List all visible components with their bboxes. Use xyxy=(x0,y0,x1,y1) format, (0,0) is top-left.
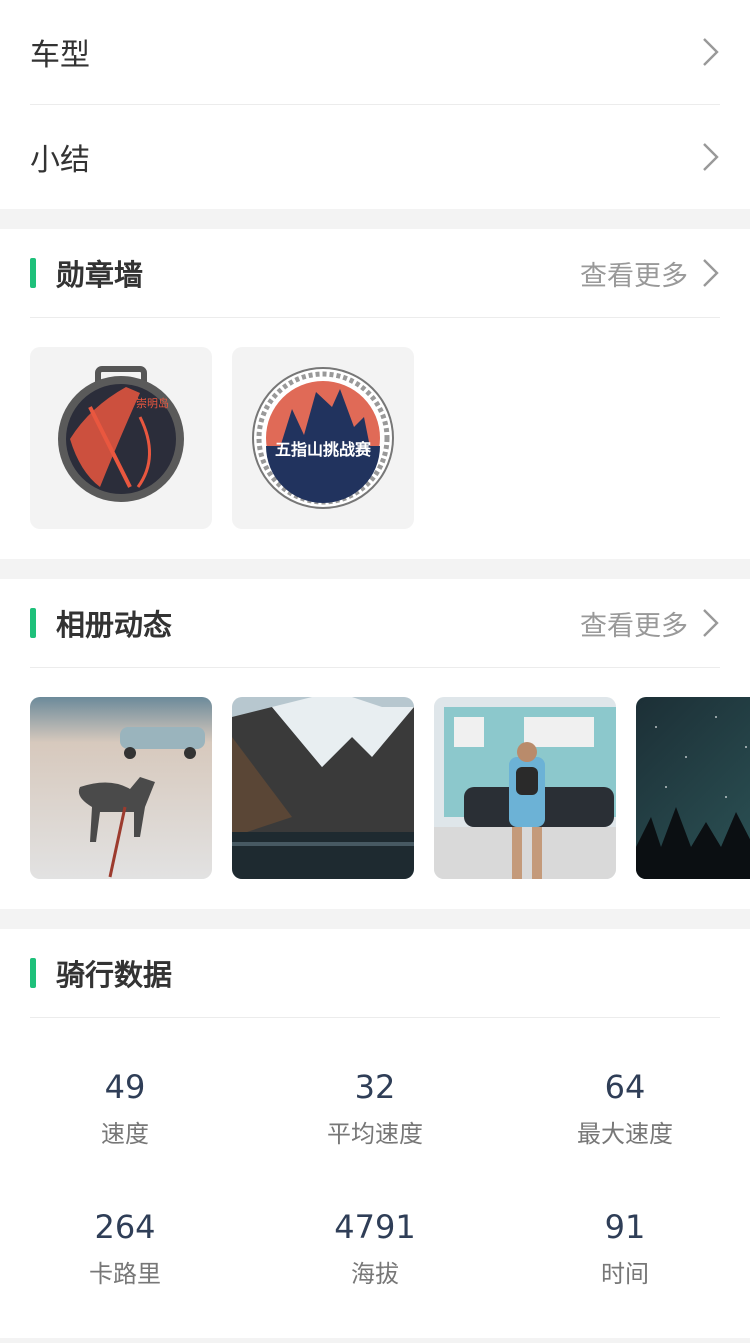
medal-wall-title: 勋章墙 xyxy=(56,258,144,292)
medal-item[interactable]: 崇明岛 xyxy=(30,347,212,529)
view-more-album-link[interactable]: 查看更多 xyxy=(580,604,720,643)
chevron-right-icon xyxy=(703,609,719,637)
album-photo-stars[interactable] xyxy=(636,697,750,879)
medal-list: 崇明岛 五指山挑战赛 xyxy=(0,318,750,559)
section-header: 勋章墙 查看更多 xyxy=(30,229,720,318)
chongming-medal-icon: 崇明岛 xyxy=(58,366,184,502)
settings-list: 车型 小结 xyxy=(0,0,750,209)
view-more-label: 查看更多 xyxy=(580,610,688,642)
stat-label: 时间 xyxy=(601,1259,649,1288)
medal-name: 崇明岛 xyxy=(136,396,169,410)
stat-value: 49 xyxy=(104,1067,146,1106)
chevron-right-icon xyxy=(703,38,719,66)
setting-row-vehicle[interactable]: 车型 xyxy=(30,0,720,105)
stat-label: 海拔 xyxy=(351,1259,399,1288)
stat-value: 4791 xyxy=(334,1207,416,1246)
album-title: 相册动态 xyxy=(56,608,173,642)
mountain-photo-image xyxy=(232,697,414,879)
stat-value: 32 xyxy=(354,1067,396,1106)
medal-name: 五指山挑战赛 xyxy=(275,440,372,459)
chevron-right-icon xyxy=(703,259,719,287)
stat-row: 49 速度 32 平均速度 64 最大速度 xyxy=(0,1038,750,1178)
stat-value: 264 xyxy=(94,1207,156,1246)
ride-stats-grid: 49 速度 32 平均速度 64 最大速度 264 卡路里 4791 海拔 91 xyxy=(0,1018,750,1338)
accent-bar xyxy=(30,258,36,288)
section-header: 相册动态 查看更多 xyxy=(30,579,720,668)
medal-item[interactable]: 五指山挑战赛 xyxy=(232,347,414,529)
stat-value: 91 xyxy=(604,1207,646,1246)
stat-label: 卡路里 xyxy=(89,1259,161,1288)
stat-label: 速度 xyxy=(101,1119,149,1148)
stat-altitude: 4791 海拔 xyxy=(250,1178,500,1318)
view-more-label: 查看更多 xyxy=(580,260,688,292)
section-header: 骑行数据 xyxy=(30,929,720,1018)
stat-max-speed: 64 最大速度 xyxy=(500,1038,750,1178)
stat-speed: 49 速度 xyxy=(0,1038,250,1178)
stat-row: 264 卡路里 4791 海拔 91 时间 xyxy=(0,1178,750,1318)
medal-wall-section: 勋章墙 查看更多 崇明岛 五指山挑战赛 xyxy=(0,229,750,559)
street-photo-image xyxy=(434,697,616,879)
album-section: 相册动态 查看更多 xyxy=(0,579,750,909)
setting-label: 车型 xyxy=(30,38,90,73)
accent-bar xyxy=(30,958,36,988)
accent-bar xyxy=(30,608,36,638)
view-more-medals-link[interactable]: 查看更多 xyxy=(580,254,720,293)
starry-sky-photo-image xyxy=(636,697,750,879)
album-photo-dog[interactable] xyxy=(30,697,212,879)
ride-data-title: 骑行数据 xyxy=(56,958,173,992)
section-title: 相册动态 xyxy=(30,602,172,644)
album-photo-mountain[interactable] xyxy=(232,697,414,879)
stat-time: 91 时间 xyxy=(500,1178,750,1318)
stat-label: 最大速度 xyxy=(577,1119,673,1148)
stat-value: 64 xyxy=(604,1067,646,1106)
section-title: 勋章墙 xyxy=(30,252,143,294)
stat-label: 平均速度 xyxy=(327,1119,423,1148)
album-photo-list xyxy=(0,668,750,909)
album-photo-street[interactable] xyxy=(434,697,616,879)
ride-data-section: 骑行数据 49 速度 32 平均速度 64 最大速度 264 卡路里 4791 xyxy=(0,929,750,1338)
stat-calories: 264 卡路里 xyxy=(0,1178,250,1318)
setting-row-summary[interactable]: 小结 xyxy=(30,105,720,209)
dog-photo-image xyxy=(30,697,212,879)
stat-avg-speed: 32 平均速度 xyxy=(250,1038,500,1178)
wuzhishan-medal-icon: 五指山挑战赛 xyxy=(252,367,394,509)
setting-label: 小结 xyxy=(30,143,90,178)
section-title: 骑行数据 xyxy=(30,952,172,994)
chevron-right-icon xyxy=(703,143,719,171)
